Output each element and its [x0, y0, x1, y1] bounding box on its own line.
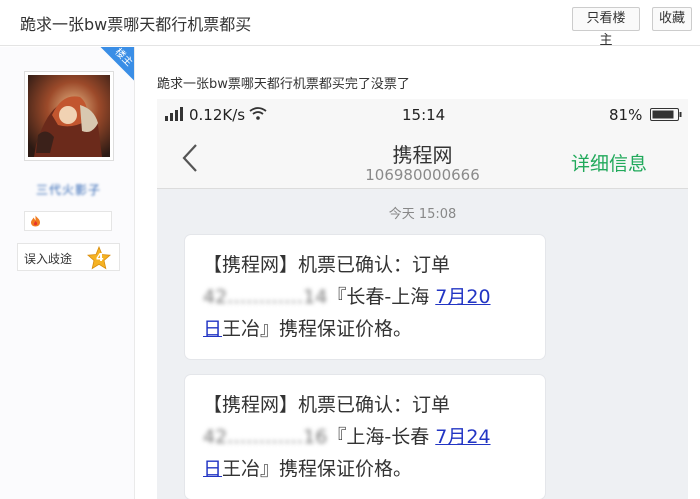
sms-screenshot: 0.12K/s 15:14 81% 携程网 106980000666 详细信息 …: [157, 99, 688, 499]
only-owner-button[interactable]: 只看楼主: [572, 7, 640, 48]
order-number-masked: 42…………14: [203, 286, 328, 308]
message-line: 【携程网】机票已确认：订单: [203, 254, 451, 276]
battery-percent: 81%: [609, 106, 643, 124]
flame-icon: [31, 215, 40, 227]
message-tail: 王冶』携程保证价格。: [222, 458, 413, 480]
battery-icon: [650, 108, 682, 121]
post-text: 跪求一张bw票哪天都行机票都买完了没票了: [157, 77, 410, 92]
level-title: 误入歧途: [24, 252, 73, 266]
username-link[interactable]: 三代火影子: [36, 181, 101, 198]
message-line: 42…………14『长春-上海 7月20: [203, 281, 527, 313]
user-honor-row: [24, 211, 112, 231]
date-link[interactable]: 7月24: [435, 426, 490, 448]
date-separator: 今天 15:08: [388, 207, 457, 222]
phone-status-bar: 0.12K/s 15:14 81%: [157, 99, 688, 131]
sms-nav-bar: 携程网 106980000666 详细信息: [157, 131, 688, 189]
date-link-continued[interactable]: 日: [203, 458, 222, 480]
route-text: 『长春-上海: [327, 286, 430, 308]
wifi-icon: [249, 107, 267, 120]
message-line: 日王冶』携程保证价格。: [203, 453, 527, 485]
level-number: 4: [96, 251, 104, 264]
signal-icon: [165, 107, 183, 121]
date-link[interactable]: 7月20: [435, 286, 490, 308]
message-line: 【携程网】机票已确认：订单: [203, 394, 451, 416]
message-line: 42…………16『上海-长春 7月24: [203, 421, 527, 453]
status-time: 15:14: [402, 106, 446, 124]
message-bubble: 【携程网】机票已确认：订单 42…………16『上海-长春 7月24 日王冶』携程…: [185, 375, 545, 499]
message-bubble: 【携程网】机票已确认：订单 42…………14『长春-上海 7月20 日王冶』携程…: [185, 235, 545, 359]
message-tail: 王冶』携程保证价格。: [222, 318, 413, 340]
avatar-image: [28, 75, 110, 157]
user-level-row: 误入歧途 4: [17, 243, 120, 271]
thread-header: 跪求一张bw票哪天都行机票都买 只看楼主 收藏: [0, 0, 700, 48]
favorite-button[interactable]: 收藏: [652, 7, 692, 31]
order-number-masked: 42…………16: [203, 426, 328, 448]
user-panel: 楼主 三代火影子 误入歧途 4: [0, 47, 135, 499]
avatar[interactable]: [24, 71, 114, 161]
date-link-continued[interactable]: 日: [203, 318, 222, 340]
network-speed: 0.12K/s: [189, 106, 246, 124]
thread-title: 跪求一张bw票哪天都行机票都买: [20, 15, 252, 34]
message-line: 日王冶』携程保证价格。: [203, 313, 527, 345]
route-text: 『上海-长春: [327, 426, 430, 448]
details-link[interactable]: 详细信息: [571, 149, 647, 176]
